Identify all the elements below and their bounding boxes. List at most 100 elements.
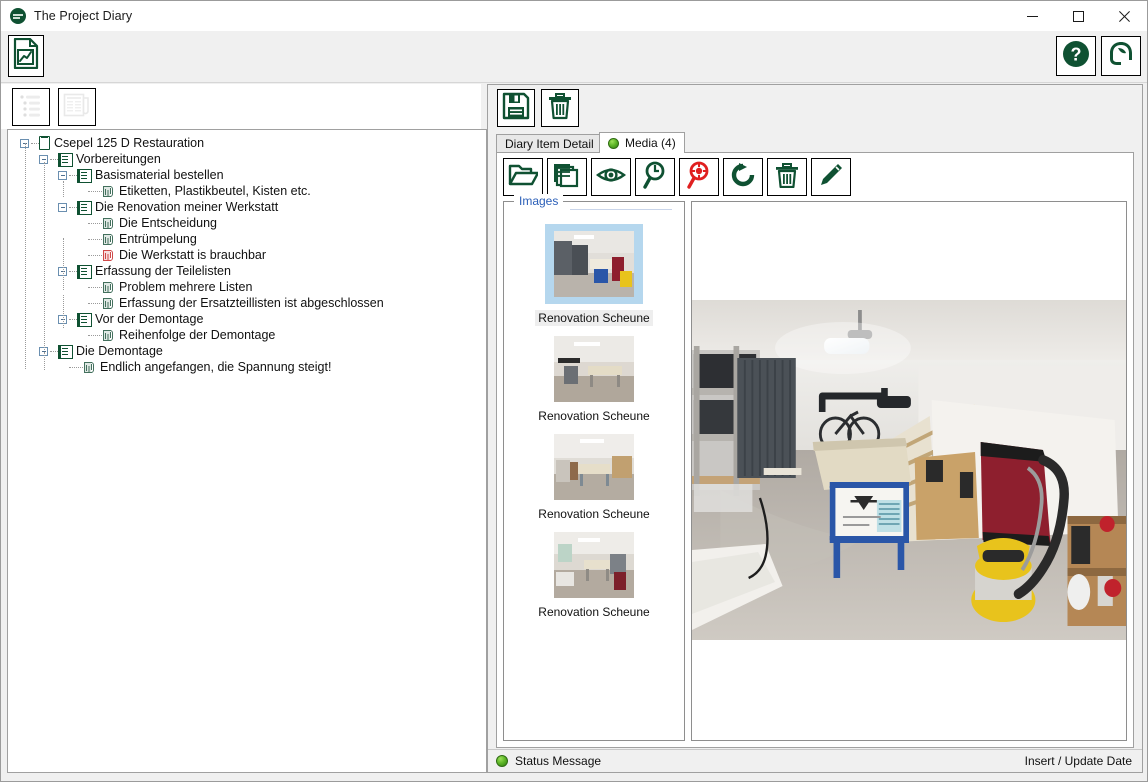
tree-node-label: Die Entscheidung	[115, 215, 217, 231]
diary-entry-flagged-icon	[102, 249, 115, 262]
tree-node-label: Etiketten, Plastikbeutel, Kisten etc.	[115, 183, 311, 199]
support-headset-icon	[1106, 39, 1136, 74]
tab-diary-item-detail[interactable]: Diary Item Detail	[496, 134, 603, 153]
tree-connector	[88, 191, 102, 192]
tree-node-label: Basismaterial bestellen	[91, 167, 224, 183]
tree-node-label: Endlich angefangen, die Spannung steigt!	[96, 359, 331, 375]
project-tree[interactable]: Csepel 125 D RestaurationVorbereitungenB…	[8, 130, 486, 375]
tree-node[interactable]: Die Renovation meiner Werkstatt	[8, 199, 486, 215]
tree-expander-placeholder	[77, 299, 86, 308]
help-icon: ?	[1061, 39, 1091, 74]
tree-connector	[88, 239, 102, 240]
thumbnail-frame	[554, 532, 634, 598]
tree-node[interactable]: Reihenfolge der Demontage	[8, 327, 486, 343]
tab-media[interactable]: Media (4)	[599, 132, 685, 153]
tree-node-label: Csepel 125 D Restauration	[50, 135, 204, 151]
tree-node-label: Die Demontage	[72, 343, 163, 359]
diary-entry-icon	[102, 281, 115, 294]
report-button[interactable]	[8, 35, 44, 77]
tree-node-label: Erfassung der Teilelisten	[91, 263, 231, 279]
tree-connector	[69, 367, 83, 368]
tree-node[interactable]: Basismaterial bestellen	[8, 167, 486, 183]
thumbnail-image	[554, 336, 634, 402]
tree-expander-minus-icon[interactable]	[58, 203, 67, 212]
tree-node[interactable]: Csepel 125 D Restauration	[8, 135, 486, 151]
trash-button[interactable]	[767, 158, 807, 196]
eye-preview-icon	[596, 164, 626, 191]
thumbnail-caption: Renovation Scheune	[535, 506, 652, 522]
tree-node[interactable]: Erfassung der Ersatzteillisten ist abges…	[8, 295, 486, 311]
maximize-button[interactable]	[1055, 1, 1101, 31]
list-view-button[interactable]	[12, 88, 50, 126]
diary-entry-icon	[83, 361, 96, 374]
thumbnail-image	[554, 231, 634, 297]
images-groupbox-rule	[570, 209, 672, 210]
help-button[interactable]: ?	[1056, 36, 1096, 76]
news-button[interactable]	[58, 88, 96, 126]
delete-item-button[interactable]	[541, 89, 579, 127]
tree-node-label: Die Werkstatt is brauchbar	[115, 247, 266, 263]
zoom-in-icon	[642, 161, 668, 194]
tree-connector	[88, 255, 102, 256]
tree-expander-placeholder	[77, 187, 86, 196]
save-button[interactable]	[497, 89, 535, 127]
rotate-button[interactable]	[723, 158, 763, 196]
tree-connector	[69, 271, 77, 272]
eye-preview-button[interactable]	[591, 158, 631, 196]
close-button[interactable]	[1101, 1, 1147, 31]
tree-guide-line	[25, 143, 26, 369]
project-tree-panel[interactable]: Csepel 125 D RestaurationVorbereitungenB…	[7, 129, 487, 773]
tree-node[interactable]: Problem mehrere Listen	[8, 279, 486, 295]
svg-text:?: ?	[1071, 44, 1082, 64]
tree-node[interactable]: Vor der Demontage	[8, 311, 486, 327]
tree-node-label: Vorbereitungen	[72, 151, 161, 167]
media-content: Images Renovation ScheuneRenovation Sche…	[503, 201, 1127, 741]
tree-guide-line	[63, 238, 64, 290]
tab-strip[interactable]: Diary Item DetailMedia (4)	[496, 132, 1134, 152]
tree-node[interactable]: Entrümpelung	[8, 231, 486, 247]
tree-expander-minus-icon[interactable]	[58, 171, 67, 180]
open-folder-button[interactable]	[503, 158, 543, 196]
report-chart-icon	[13, 38, 39, 74]
tree-connector	[88, 287, 102, 288]
tree-guide-line	[44, 352, 45, 370]
tree-node-label: Entrümpelung	[115, 231, 197, 247]
diary-group-icon	[77, 312, 91, 326]
tree-expander-placeholder	[77, 283, 86, 292]
tree-node[interactable]: Etiketten, Plastikbeutel, Kisten etc.	[8, 183, 486, 199]
images-groupbox-title: Images	[514, 194, 563, 208]
zoom-in-button[interactable]	[635, 158, 675, 196]
left-view-toolbar	[1, 84, 481, 129]
insert-update-date-label: Insert / Update Date	[1025, 754, 1132, 768]
image-thumbnail-item[interactable]: Renovation Scheune	[504, 224, 684, 326]
status-indicator-icon	[496, 755, 508, 767]
thumbnail-frame	[554, 336, 634, 402]
tree-expander-placeholder	[77, 251, 86, 260]
tree-node[interactable]: Erfassung der Teilelisten	[8, 263, 486, 279]
images-groupbox: Images Renovation ScheuneRenovation Sche…	[503, 201, 685, 741]
image-preview-pane[interactable]	[691, 201, 1127, 741]
rotate-icon	[730, 162, 756, 193]
image-thumbnail-item[interactable]: Renovation Scheune	[504, 434, 684, 522]
support-button[interactable]	[1101, 36, 1141, 76]
tree-node[interactable]: Endlich angefangen, die Spannung steigt!	[8, 359, 486, 375]
edit-pencil-button[interactable]	[811, 158, 851, 196]
diary-group-icon	[58, 344, 72, 358]
tree-node[interactable]: Die Werkstatt is brauchbar	[8, 247, 486, 263]
tree-node[interactable]: Die Entscheidung	[8, 215, 486, 231]
thumbnail-image	[554, 532, 634, 598]
minimize-button[interactable]	[1009, 1, 1055, 31]
tree-node[interactable]: Die Demontage	[8, 343, 486, 359]
tree-connector	[69, 319, 77, 320]
media-toolbar[interactable]	[503, 158, 1129, 198]
tree-node[interactable]: Vorbereitungen	[8, 151, 486, 167]
title-bar: The Project Diary	[1, 1, 1147, 31]
copy-stack-button[interactable]	[547, 158, 587, 196]
image-thumbnail-list[interactable]: Renovation Scheune Renovation Scheune Reno…	[504, 216, 684, 740]
zoom-reset-red-button[interactable]	[679, 158, 719, 196]
thumbnail-caption: Renovation Scheune	[535, 408, 652, 424]
image-thumbnail-item[interactable]: Renovation Scheune	[504, 532, 684, 620]
tree-guide-line	[44, 162, 45, 350]
diary-entry-icon	[102, 297, 115, 310]
image-thumbnail-item[interactable]: Renovation Scheune	[504, 336, 684, 424]
